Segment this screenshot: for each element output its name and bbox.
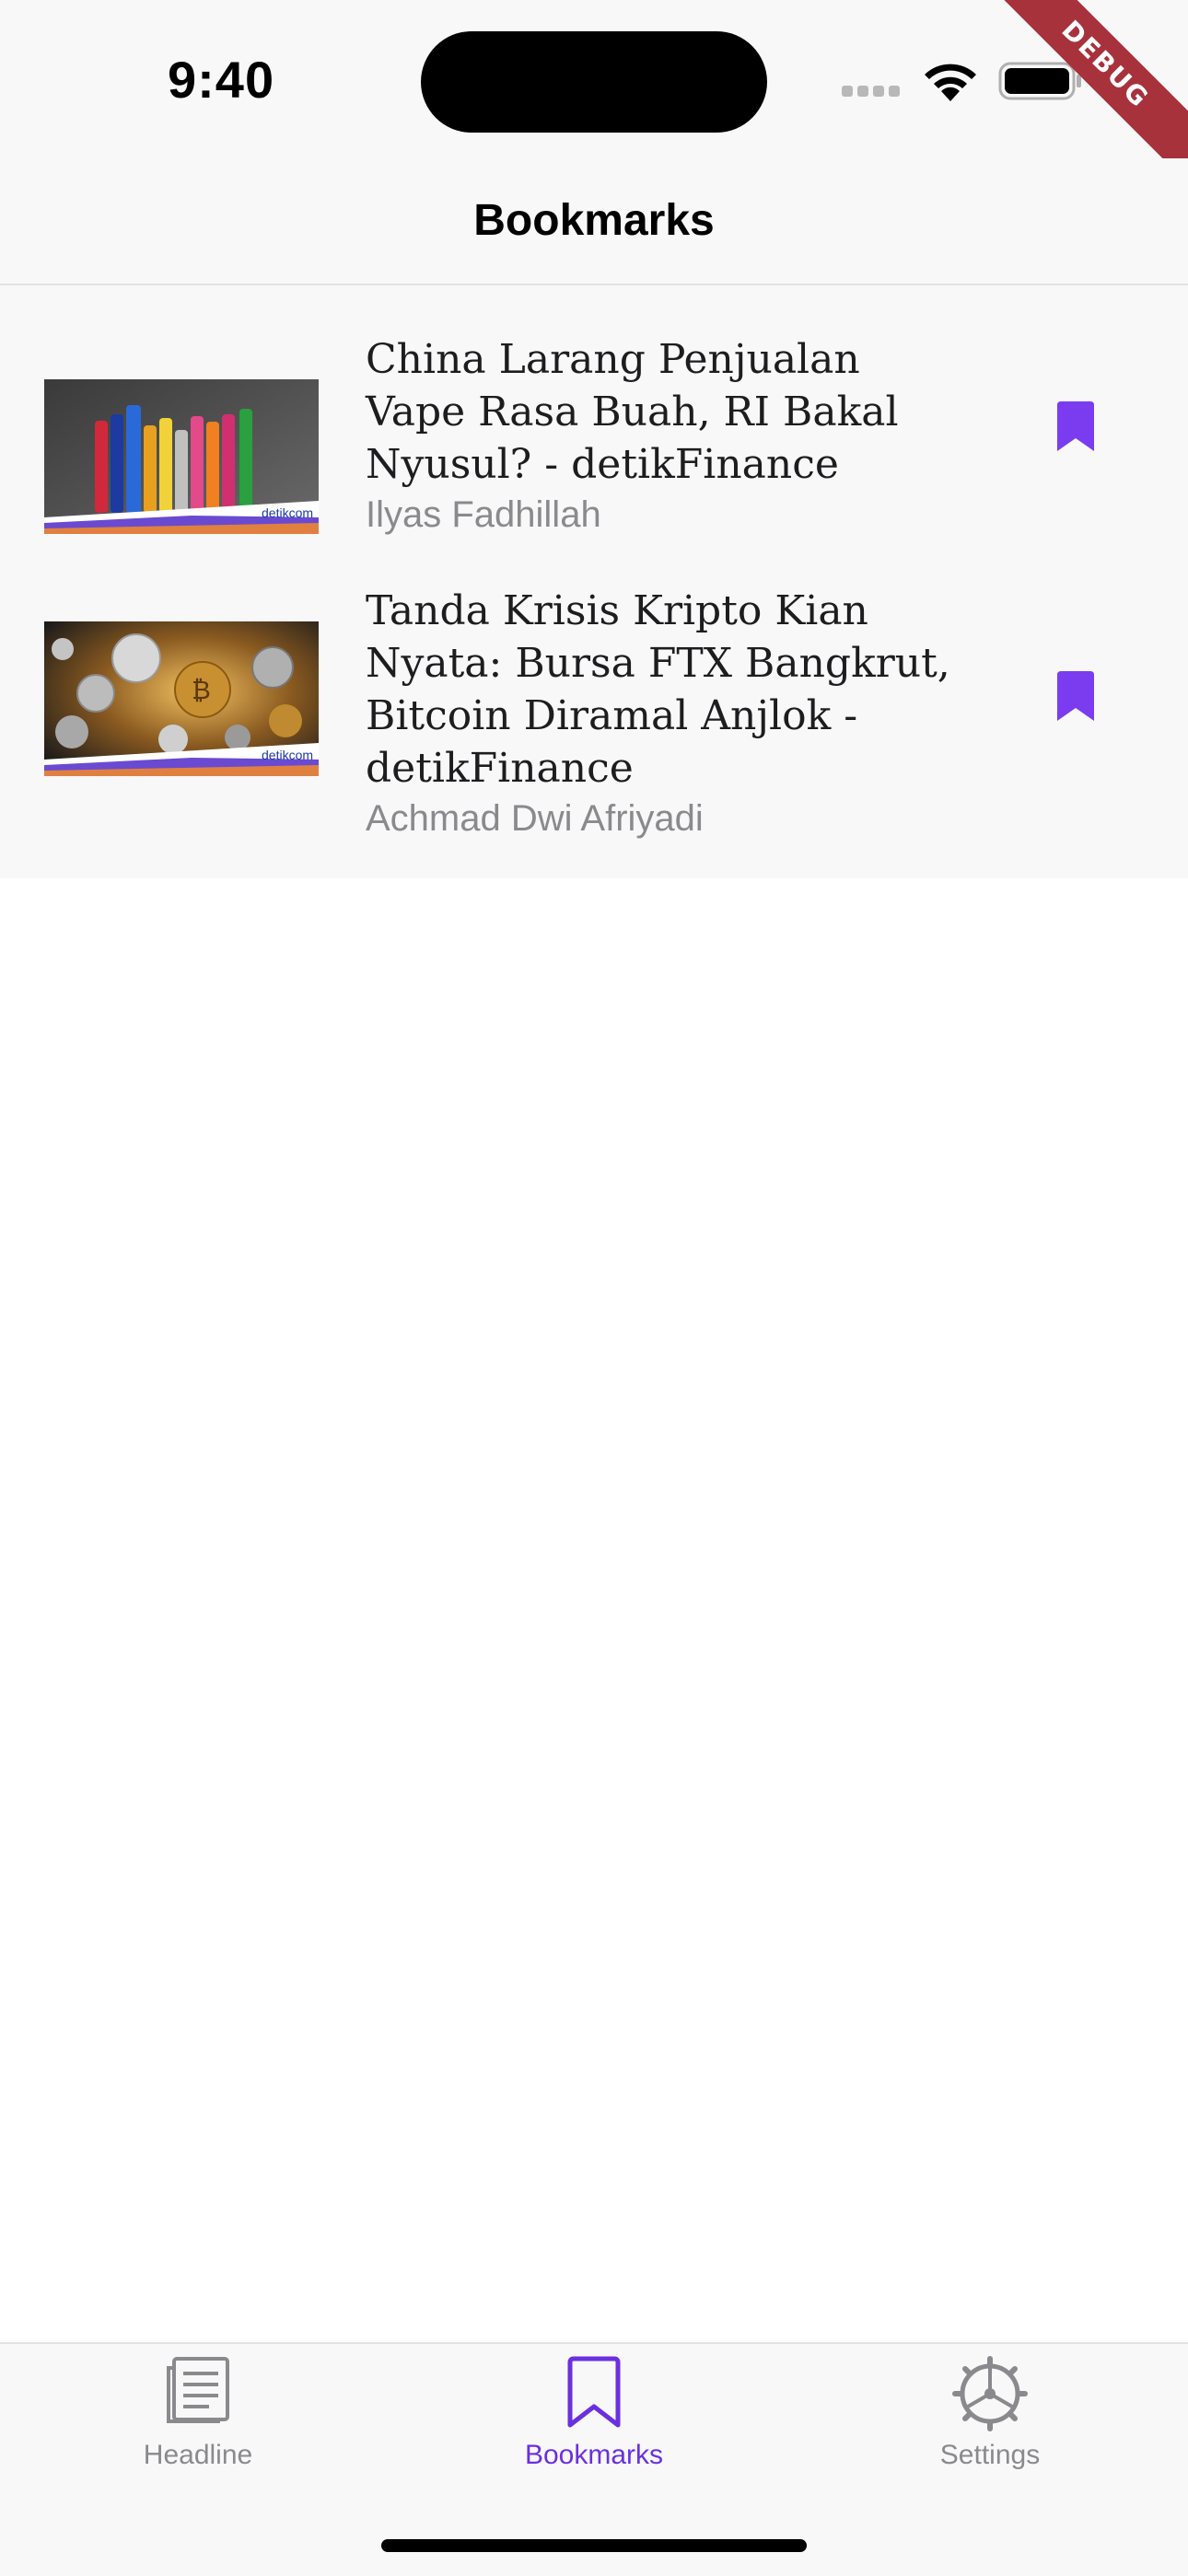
newspaper-icon [167,2357,229,2423]
article-thumbnail: detikcom [44,379,319,534]
cellular-signal-icon [842,85,904,101]
home-indicator [381,2539,807,2552]
gear-icon [952,2356,1028,2431]
article-text: Tanda Krisis Kripto Kian Nyata: Bursa FT… [366,585,964,842]
status-bar: 9:40 [0,0,1188,158]
article-title: Tanda Krisis Kripto Kian Nyata: Bursa FT… [366,587,950,792]
svg-text:₿: ₿ [192,675,211,705]
tab-headline[interactable]: Headline [0,2344,396,2491]
article-author: Ilyas Fadhillah [366,494,601,535]
dynamic-island [421,31,767,133]
article-author: Achmad Dwi Afriyadi [366,798,704,839]
tab-label: Settings [939,2440,1041,2470]
thumb-brand: detikcom [262,505,313,520]
tab-settings[interactable]: Settings [792,2344,1188,2491]
article-thumbnail: ₿ detikcom [44,621,319,776]
status-time: 9:40 [168,51,275,109]
tab-label: Bookmarks [524,2440,664,2470]
bookmark-filled-icon[interactable] [1054,400,1097,453]
article-title: China Larang Penjualan Vape Rasa Buah, R… [366,336,899,488]
tab-bookmarks[interactable]: Bookmarks [396,2344,792,2491]
article-text: China Larang Penjualan Vape Rasa Buah, R… [366,333,964,539]
page-title: Bookmarks [473,196,715,245]
tab-label: Headline [143,2440,253,2470]
navigation-bar: Bookmarks [0,158,1188,285]
wifi-icon [925,64,976,101]
bookmark-icon [567,2356,621,2428]
bookmark-filled-icon[interactable] [1054,669,1097,723]
thumb-brand: detikcom [262,748,313,762]
bookmarks-list: detikcom China Larang Penjualan Vape Ras… [0,285,1188,878]
